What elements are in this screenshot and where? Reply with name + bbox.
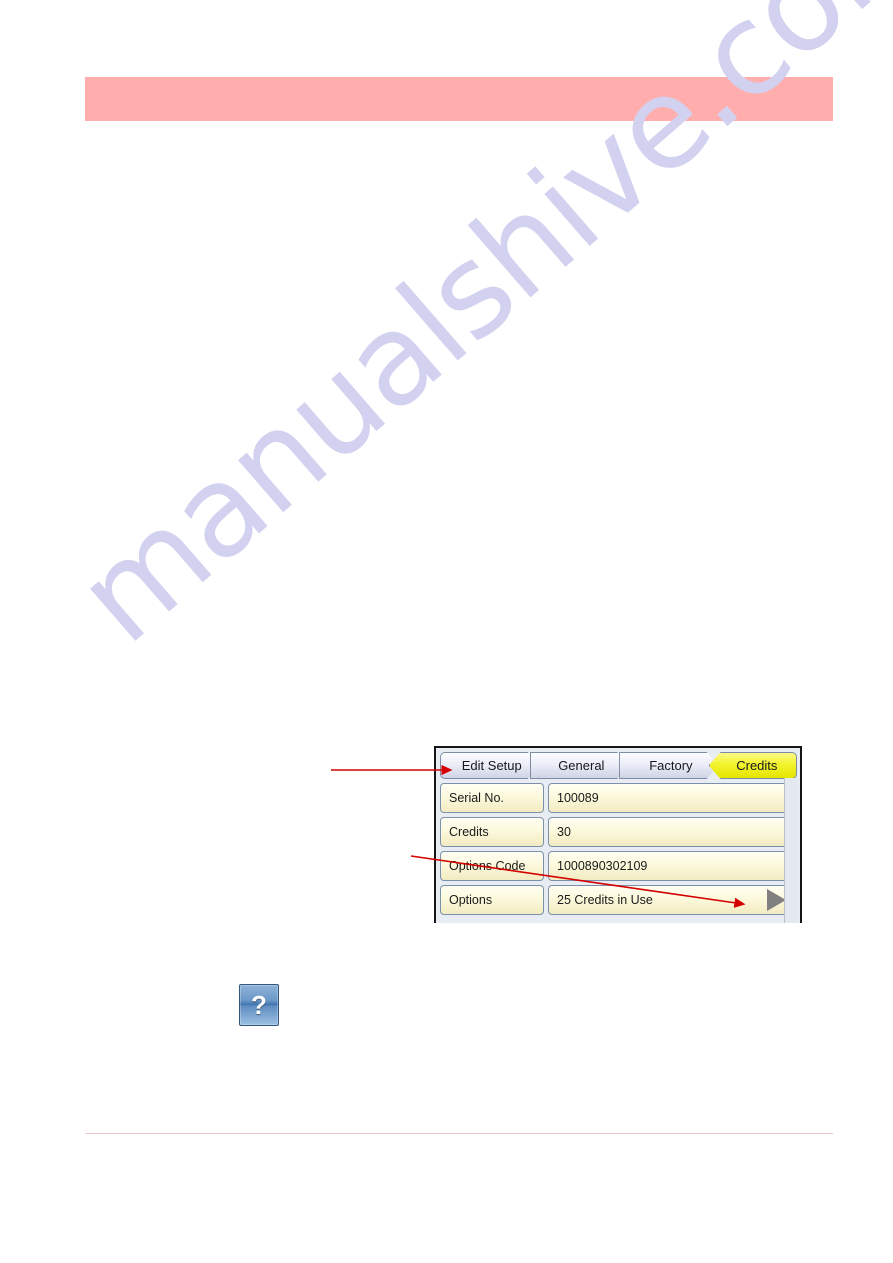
footer-divider — [85, 1133, 833, 1134]
field-label-options-code: Options Code — [440, 851, 544, 881]
table-row: Options 25 Credits in Use — [440, 885, 797, 915]
field-value-text: 100089 — [557, 791, 599, 805]
field-label-text: Options — [449, 893, 493, 907]
field-label-options: Options — [440, 885, 544, 915]
breadcrumb-tab-label: Edit Setup — [461, 758, 522, 773]
breadcrumb-tab-general[interactable]: General — [530, 752, 630, 779]
field-label-text: Serial No. — [449, 791, 504, 805]
table-row: Options Code 1000890302109 — [440, 851, 797, 881]
field-label-text: Options Code — [449, 859, 526, 873]
help-button[interactable]: ? — [239, 984, 279, 1026]
field-value-serial-no[interactable]: 100089 — [548, 783, 797, 813]
breadcrumb-tab-label: Factory — [649, 758, 693, 773]
annotation-arrows — [331, 764, 746, 908]
field-value-text: 30 — [557, 825, 571, 839]
breadcrumb-tab-label: General — [558, 758, 605, 773]
field-value-credits[interactable]: 30 — [548, 817, 797, 847]
field-value-text: 25 Credits in Use — [557, 893, 653, 907]
table-row: Serial No. 100089 — [440, 783, 797, 813]
field-rows: Serial No. 100089 Credits 30 Options Cod… — [440, 783, 797, 915]
field-label-serial-no: Serial No. — [440, 783, 544, 813]
breadcrumb-tab-label: Credits — [736, 758, 778, 773]
device-screenshot-panel: Edit Setup General Factory Credits Seria… — [434, 746, 802, 923]
device-inner: Edit Setup General Factory Credits Seria… — [436, 748, 800, 923]
breadcrumb: Edit Setup General Factory Credits — [440, 752, 798, 780]
table-row: Credits 30 — [440, 817, 797, 847]
field-label-credits: Credits — [440, 817, 544, 847]
field-label-text: Credits — [449, 825, 489, 839]
header-band — [85, 77, 833, 121]
field-value-options-code[interactable]: 1000890302109 — [548, 851, 797, 881]
question-mark-icon: ? — [251, 990, 267, 1020]
field-value-text: 1000890302109 — [557, 859, 648, 873]
breadcrumb-tab-edit-setup[interactable]: Edit Setup — [440, 752, 540, 779]
scrollbar-gutter[interactable] — [784, 778, 798, 923]
document-page: manualshive.com Edit Setup General Facto… — [0, 0, 893, 1263]
breadcrumb-tab-credits[interactable]: Credits — [708, 752, 798, 779]
breadcrumb-tab-factory[interactable]: Factory — [619, 752, 719, 779]
field-value-options[interactable]: 25 Credits in Use — [548, 885, 797, 915]
